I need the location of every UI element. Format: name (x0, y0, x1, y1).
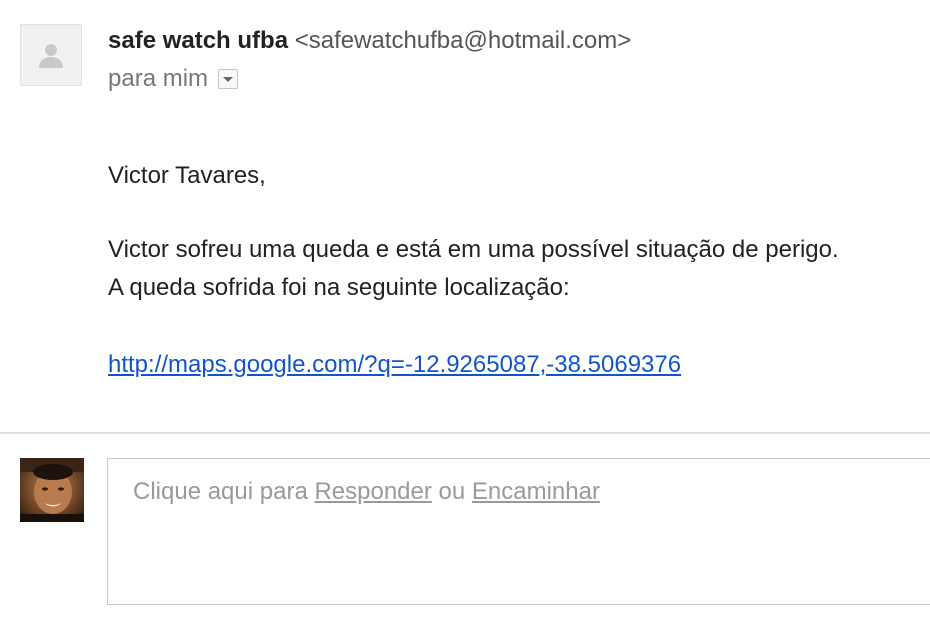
map-location-link[interactable]: http://maps.google.com/?q=-12.9265087,-3… (108, 346, 681, 384)
recipient-line: para mim (108, 64, 239, 94)
reply-prompt: Clique aqui para Responder ou Encaminhar (133, 477, 600, 507)
recipient-label: para mim (108, 65, 209, 92)
sender-avatar[interactable] (20, 24, 82, 86)
user-avatar[interactable] (20, 458, 84, 522)
reply-box[interactable]: Clique aqui para Responder ou Encaminhar (107, 458, 930, 605)
message-greeting: Victor Tavares, (108, 162, 266, 189)
person-placeholder-icon (39, 44, 63, 68)
message-line-2: A queda sofrida foi na seguinte localiza… (108, 274, 570, 301)
user-photo-icon (20, 458, 84, 522)
reply-prompt-prefix: Clique aqui para (133, 478, 315, 505)
reply-separator: ou (431, 478, 472, 505)
divider (0, 432, 930, 434)
show-details-button[interactable] (218, 69, 239, 89)
reply-link[interactable]: Responder (314, 478, 431, 505)
message-line-1: Victor sofreu uma queda e está em uma po… (108, 236, 839, 263)
email-view: safe watch ufba <safewatchufba@hotmail.c… (0, 0, 930, 636)
chevron-down-icon (223, 76, 234, 82)
sender-line: safe watch ufba <safewatchufba@hotmail.c… (108, 26, 631, 56)
forward-link[interactable]: Encaminhar (472, 478, 600, 505)
sender-email: <safewatchufba@hotmail.com> (294, 27, 632, 54)
sender-name[interactable]: safe watch ufba (108, 27, 288, 54)
